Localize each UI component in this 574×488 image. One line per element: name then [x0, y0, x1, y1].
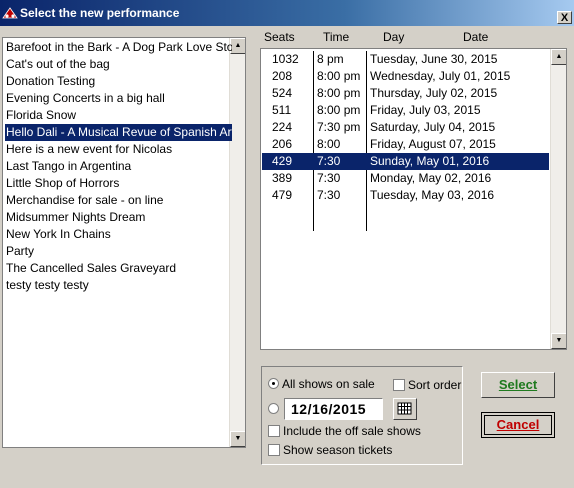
date-cell: Friday, August 07, 2015 [370, 137, 496, 151]
date-cell: Friday, July 03, 2015 [370, 103, 481, 117]
date-cell: Thursday, July 02, 2015 [370, 86, 498, 100]
time-cell: 7:30 [317, 154, 341, 168]
include-off-sale-checkbox[interactable] [268, 425, 280, 437]
seats-cell: 206 [272, 137, 293, 151]
scroll-up-arrow-icon[interactable]: ▲ [230, 38, 245, 54]
event-list[interactable]: ▲ ▼ Barefoot in the Bark - A Dog Park Lo… [2, 37, 246, 448]
seats-cell: 511 [272, 103, 292, 117]
performance-row[interactable]: 389 7:30 Monday, May 02, 2016 [262, 170, 549, 187]
column-header-time[interactable]: Time [323, 30, 349, 44]
time-cell: 7:30 pm [317, 120, 361, 134]
date-cell: Sunday, May 01, 2016 [370, 154, 490, 168]
event-list-item[interactable]: Here is a new event for Nicolas [5, 141, 232, 158]
event-list-item[interactable]: testy testy testy [5, 277, 232, 294]
sort-order-checkbox[interactable] [393, 379, 405, 391]
seats-cell: 389 [272, 171, 293, 185]
window-title: Select the new performance [20, 6, 180, 20]
seats-cell: 208 [272, 69, 293, 83]
event-list-item[interactable]: Barefoot in the Bark - A Dog Park Love S… [5, 39, 232, 56]
performance-row[interactable]: 208 8:00 pm Wednesday, July 01, 2015 [262, 68, 549, 85]
title-bar: Select the new performance [0, 0, 574, 26]
event-list-item[interactable]: Party [5, 243, 232, 260]
date-cell: Wednesday, July 01, 2015 [370, 69, 511, 83]
performance-row[interactable]: 524 8:00 pm Thursday, July 02, 2015 [262, 85, 549, 102]
calendar-icon [397, 402, 412, 415]
include-off-sale-label[interactable]: Include the off sale shows [283, 424, 421, 438]
seats-cell: 524 [272, 86, 293, 100]
event-list-item[interactable]: Little Shop of Horrors [5, 175, 232, 192]
performance-row[interactable]: 224 7:30 pm Saturday, July 04, 2015 [262, 119, 549, 136]
performance-row[interactable]: 1032 8 pm Tuesday, June 30, 2015 [262, 51, 549, 68]
scroll-down-arrow-icon[interactable]: ▼ [551, 333, 566, 349]
performance-row[interactable]: 479 7:30 Tuesday, May 03, 2016 [262, 187, 549, 204]
date-cell: Tuesday, June 30, 2015 [370, 52, 498, 66]
event-list-item[interactable]: Florida Snow [5, 107, 232, 124]
event-list-item[interactable]: Midsummer Nights Dream [5, 209, 232, 226]
time-cell: 8:00 pm [317, 86, 361, 100]
performance-row[interactable]: 511 8:00 pm Friday, July 03, 2015 [262, 102, 549, 119]
scroll-down-arrow-icon[interactable]: ▼ [230, 431, 245, 447]
date-cell: Tuesday, May 03, 2016 [370, 188, 495, 202]
seats-cell: 1032 [272, 52, 299, 66]
performance-table[interactable]: ▲ ▼ 1032 8 pm Tuesday, June 30, 2015 208 8:0… [260, 48, 567, 350]
all-shows-label[interactable]: All shows on sale [282, 377, 375, 391]
scroll-up-arrow-icon[interactable]: ▲ [551, 49, 566, 65]
cancel-button[interactable]: Cancel [481, 412, 555, 438]
sort-order-label[interactable]: Sort order [408, 378, 461, 392]
date-cell: Saturday, July 04, 2015 [370, 120, 496, 134]
time-cell: 8 pm [317, 52, 344, 66]
date-cell: Monday, May 02, 2016 [370, 171, 492, 185]
event-list-item[interactable]: Donation Testing [5, 73, 232, 90]
time-cell: 8:00 pm [317, 69, 361, 83]
seats-cell: 479 [272, 188, 293, 202]
time-cell: 7:30 [317, 171, 341, 185]
performance-row[interactable]: 206 8:00 Friday, August 07, 2015 [262, 136, 549, 153]
performance-table-scrollbar[interactable]: ▲ ▼ [550, 49, 566, 349]
time-cell: 7:30 [317, 188, 341, 202]
performance-row[interactable]: 429 7:30 Sunday, May 01, 2016 [262, 153, 549, 170]
event-list-item[interactable]: New York In Chains [5, 226, 232, 243]
close-button[interactable]: X [557, 11, 572, 24]
select-button[interactable]: Select [481, 372, 555, 398]
show-season-tickets-label[interactable]: Show season tickets [283, 443, 392, 457]
time-cell: 8:00 pm [317, 103, 361, 117]
show-season-tickets-checkbox[interactable] [268, 444, 280, 456]
event-list-item[interactable]: Merchandise for sale - on line [5, 192, 232, 209]
event-list-item[interactable]: Cat's out of the bag [5, 56, 232, 73]
date-radio[interactable] [268, 403, 279, 414]
app-icon [2, 7, 18, 19]
seats-cell: 429 [272, 154, 293, 168]
event-list-item[interactable]: The Cancelled Sales Graveyard [5, 260, 232, 277]
date-field[interactable]: 12/16/2015 [284, 398, 383, 420]
seats-cell: 224 [272, 120, 293, 134]
all-shows-radio[interactable] [268, 378, 279, 389]
column-header-day[interactable]: Day [383, 30, 404, 44]
time-cell: 8:00 [317, 137, 341, 151]
event-list-item[interactable]: Last Tango in Argentina [5, 158, 232, 175]
event-list-item[interactable]: Hello Dali - A Musical Revue of Spanish … [5, 124, 232, 141]
calendar-button[interactable] [393, 398, 417, 420]
column-header-date[interactable]: Date [463, 30, 488, 44]
event-list-item[interactable]: Evening Concerts in a big hall [5, 90, 232, 107]
column-header-seats[interactable]: Seats [264, 30, 295, 44]
